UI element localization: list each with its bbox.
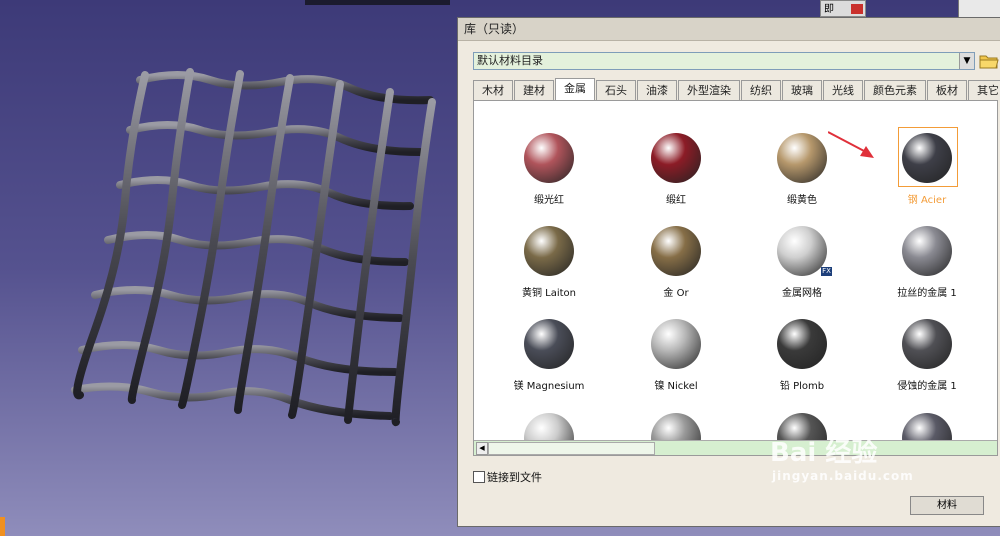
category-tabs: 木材 建材 金属 石头 油漆 外型渲染 纺织 玻璃 光线 颜色元素 板材 其它 <box>473 78 1000 101</box>
material-sphere-icon[interactable] <box>777 133 827 183</box>
mini-window[interactable]: 即 <box>820 0 866 17</box>
tab-0[interactable]: 木材 <box>473 80 513 101</box>
tab-10[interactable]: 板材 <box>927 80 967 101</box>
tab-9[interactable]: 颜色元素 <box>864 80 926 101</box>
material-label: 钢 Acier <box>907 195 947 206</box>
material-item[interactable]: 金 Or <box>616 226 736 299</box>
catalog-dropdown[interactable]: 默认材料目录 ▼ <box>473 52 975 70</box>
material-label: 金 Or <box>663 288 689 299</box>
tab-5[interactable]: 外型渲染 <box>678 80 740 101</box>
material-label: 缎光红 <box>534 195 564 206</box>
mini-window-label: 即 <box>824 4 834 15</box>
watermark-main: Bai 经验 <box>770 438 878 468</box>
material-item[interactable]: 缎光红 <box>489 133 609 206</box>
material-label: 侵蚀的金属 1 <box>897 381 957 392</box>
folder-icon[interactable] <box>979 51 999 70</box>
material-label: 铅 Plomb <box>779 381 825 392</box>
material-label: 镁 Magnesium <box>513 381 585 392</box>
material-item[interactable]: 镍 Nickel <box>616 319 736 392</box>
material-sphere-icon[interactable] <box>651 133 701 183</box>
material-item[interactable]: 铅 Plomb <box>742 319 862 392</box>
top-dark-bar <box>305 0 450 5</box>
material-label: 镍 Nickel <box>654 381 698 392</box>
material-item[interactable]: 镁 Magnesium <box>489 319 609 392</box>
material-sphere-icon[interactable] <box>777 226 827 276</box>
material-label: 金属网格 <box>782 288 822 299</box>
tab-3[interactable]: 石头 <box>596 80 636 101</box>
horizontal-scrollbar[interactable]: ◀ <box>474 440 997 455</box>
tab-1[interactable]: 建材 <box>514 80 554 101</box>
material-label: 拉丝的金属 1 <box>897 288 957 299</box>
watermark-sub: jingyan.baidu.com <box>772 469 914 483</box>
scroll-left-icon[interactable]: ◀ <box>476 442 488 455</box>
material-item[interactable]: 钢 Acier <box>867 127 987 206</box>
material-item[interactable]: 侵蚀的金属 1 <box>867 319 987 392</box>
status-marker <box>0 517 5 536</box>
material-sphere-icon[interactable] <box>524 226 574 276</box>
tab-6[interactable]: 纺织 <box>741 80 781 101</box>
material-sphere-icon[interactable] <box>902 226 952 276</box>
material-sphere-icon[interactable] <box>902 319 952 369</box>
close-icon[interactable] <box>851 4 863 14</box>
scroll-thumb[interactable] <box>488 442 655 455</box>
arrow-pointer-icon <box>828 131 874 158</box>
material-library-dialog: 库（只读） 默认材料目录 ▼ 木材 建材 金属 石头 油漆 外型渲染 纺织 玻璃 光线 颜色元素板… <box>457 17 1000 527</box>
material-item[interactable]: 拉丝的金属 1 <box>867 226 987 299</box>
fx-badge: FX <box>821 267 832 276</box>
tab-11[interactable]: 其它 <box>968 80 1000 101</box>
material-sphere-icon[interactable] <box>777 319 827 369</box>
material-label: 黄铜 Laiton <box>521 288 577 299</box>
mesh-model <box>71 68 436 427</box>
tab-8[interactable]: 光线 <box>823 80 863 101</box>
chevron-down-icon[interactable]: ▼ <box>959 53 974 69</box>
tab-4[interactable]: 油漆 <box>637 80 677 101</box>
link-to-file-label: 链接到文件 <box>487 471 542 484</box>
tab-7[interactable]: 玻璃 <box>782 80 822 101</box>
catalog-dropdown-value: 默认材料目录 <box>477 54 543 67</box>
material-sphere-icon[interactable] <box>524 133 574 183</box>
dialog-title: 库（只读） <box>458 18 1000 41</box>
material-label: 缎红 <box>666 195 686 206</box>
materials-panel: ◀ 缎光红 缎红 缎黄色 钢 Acier 黄铜 Laiton 金 Or FX 金属网格 拉丝的金… <box>473 100 998 456</box>
material-item[interactable]: 黄铜 Laiton <box>489 226 609 299</box>
material-sphere-icon[interactable] <box>651 319 701 369</box>
tab-2[interactable]: 金属 <box>555 78 595 101</box>
material-button[interactable]: 材料 <box>910 496 984 515</box>
material-item[interactable]: 缎红 <box>616 133 736 206</box>
material-label: 缎黄色 <box>787 195 817 206</box>
link-to-file-checkbox[interactable] <box>473 471 485 483</box>
material-sphere-icon[interactable] <box>524 319 574 369</box>
material-sphere-icon[interactable] <box>651 226 701 276</box>
selection-frame <box>898 127 958 187</box>
material-item[interactable]: FX 金属网格 <box>742 226 862 299</box>
watermark: Bai 经验 jingyan.baidu.com <box>770 432 914 483</box>
